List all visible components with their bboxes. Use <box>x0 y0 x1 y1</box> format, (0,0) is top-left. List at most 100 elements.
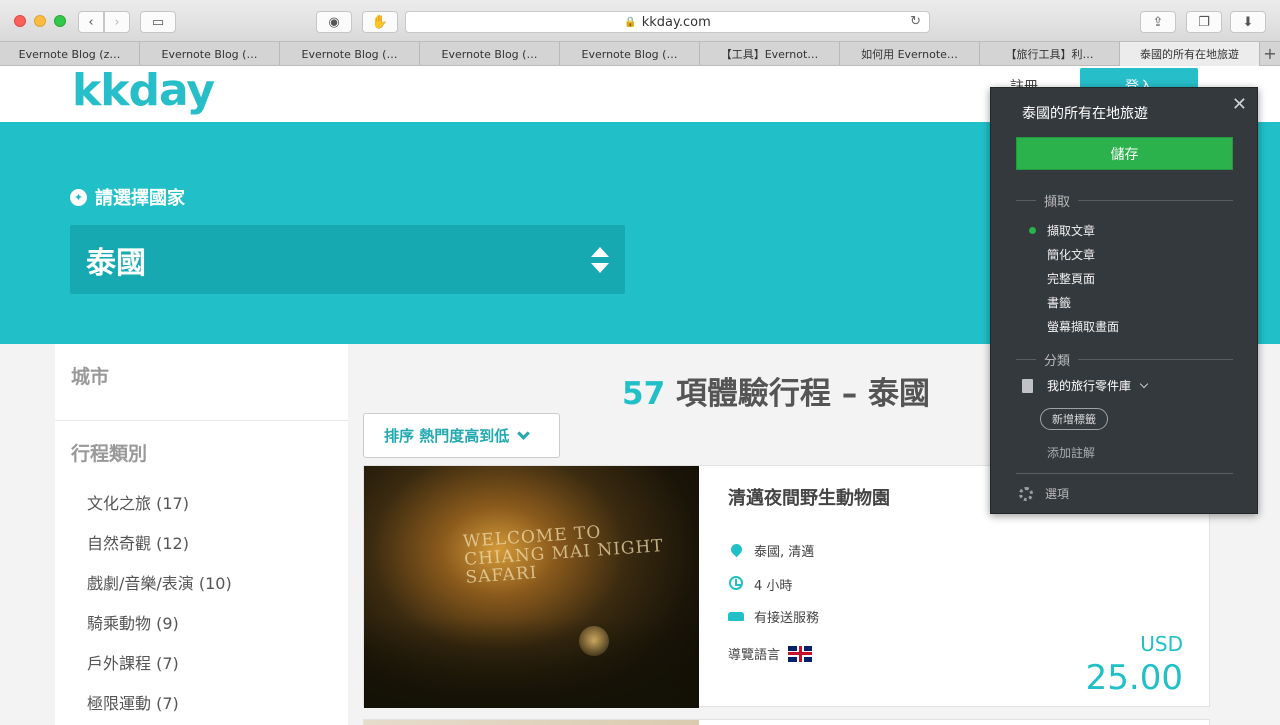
kkday-logo[interactable]: kkday <box>72 66 215 116</box>
category-item[interactable]: 極限運動 (7) <box>87 690 179 714</box>
notebook-name: 我的旅行零件庫 <box>1047 379 1132 393</box>
chevron-left-icon: ‹ <box>88 14 94 30</box>
transfer-text: 有接送服務 <box>754 611 820 626</box>
close-window-button[interactable] <box>14 15 26 27</box>
category-item[interactable]: 騎乘動物 (9) <box>87 610 179 634</box>
category-item[interactable]: 文化之旅 (17) <box>87 490 189 514</box>
filter-panel: 城市 行程類別 文化之旅 (17) 自然奇觀 (12) 戲劇/音樂/表演 (10… <box>55 344 348 725</box>
tab-item[interactable]: 如何用 Evernote… <box>840 42 980 66</box>
back-button[interactable]: ‹ <box>78 11 104 33</box>
chevron-down-icon <box>1139 379 1149 388</box>
tab-item[interactable]: Evernote Blog (… <box>140 42 280 66</box>
city-filter-title[interactable]: 城市 <box>71 362 109 389</box>
divider <box>1016 473 1233 474</box>
price-currency: USD <box>1140 632 1183 656</box>
options-label: 選項 <box>1045 487 1070 501</box>
image-sign-text: WELCOME TO CHIANG MAI NIGHT SAFARI <box>462 522 665 588</box>
price-value: 25.00 <box>1085 658 1183 698</box>
address-bar[interactable]: 🔒 kkday.com ↻ <box>405 11 930 33</box>
tab-item[interactable]: Evernote Blog (… <box>560 42 700 66</box>
select-arrows-icon <box>591 243 609 277</box>
capture-option-bookmark[interactable]: 書籤 <box>1047 294 1071 311</box>
tab-item[interactable]: Evernote Blog (z… <box>0 42 140 66</box>
tour-title[interactable]: 清邁夜間野生動物園 <box>728 484 890 510</box>
add-tag-button[interactable]: 新增標籤 <box>1040 408 1108 430</box>
new-tab-button[interactable]: + <box>1260 42 1280 65</box>
minimize-window-button[interactable] <box>34 15 46 27</box>
url-text: kkday.com <box>641 14 711 30</box>
chevron-down-icon <box>517 426 531 440</box>
tab-item[interactable]: 【旅行工具】利… <box>980 42 1120 66</box>
tab-item[interactable]: Evernote Blog (… <box>280 42 420 66</box>
reload-icon[interactable]: ↻ <box>910 14 921 29</box>
category-item[interactable]: 自然奇觀 (12) <box>87 530 189 554</box>
clip-title[interactable]: 泰國的所有在地旅遊 <box>1022 103 1148 123</box>
foliage-shade <box>364 618 699 708</box>
share-icon: ⇪ <box>1152 14 1164 30</box>
tab-item-active[interactable]: 泰國的所有在地旅遊 <box>1120 42 1260 66</box>
location-text: 泰國, 清邁 <box>754 545 815 560</box>
category-filter-title: 行程類別 <box>71 443 148 465</box>
tour-transfer: 有接送服務 <box>728 607 819 626</box>
forward-button[interactable]: › <box>104 11 130 33</box>
notebook-icon <box>1022 378 1033 393</box>
category-item[interactable]: 戲劇/音樂/表演 (10) <box>87 570 232 594</box>
tab-item[interactable]: 【工具】Evernot… <box>700 42 840 66</box>
sidebar-icon: ▭ <box>151 14 165 30</box>
evernote-elephant-icon: ✋ <box>371 14 389 30</box>
category-section-header: 分類 <box>1016 351 1233 369</box>
duration-text: 4 小時 <box>754 579 793 594</box>
selected-country: 泰國 <box>86 245 146 281</box>
show-tabs-button[interactable]: ❐ <box>1186 11 1222 33</box>
browser-toolbar: ‹ › ▭ ◉ ✋ 🔒 kkday.com ↻ ⇪ ❐ ⬇ <box>0 0 1280 42</box>
evernote-extension-button[interactable]: ✋ <box>362 11 398 33</box>
download-icon: ⬇ <box>1242 14 1254 30</box>
evernote-clipper-popup: 泰國的所有在地旅遊 ✕ 儲存 擷取 擷取文章 簡化文章 完整頁面 書籤 螢幕擷取… <box>990 87 1258 514</box>
options-button[interactable]: 選項 <box>1019 485 1069 502</box>
uk-flag-icon <box>788 645 813 662</box>
capture-option-full-page[interactable]: 完整頁面 <box>1047 270 1095 287</box>
share-button[interactable]: ⇪ <box>1140 11 1176 33</box>
results-title-text: 項體驗行程 – 泰國 <box>675 376 931 412</box>
globe-icon: ✦ <box>70 188 87 206</box>
tour-card-partial[interactable] <box>363 719 1210 725</box>
tab-item[interactable]: Evernote Blog (… <box>420 42 560 66</box>
downloads-button[interactable]: ⬇ <box>1230 11 1266 33</box>
results-count: 57 <box>622 376 666 412</box>
add-remark-field[interactable]: 添加註解 <box>1047 444 1095 461</box>
tour-duration: 4 小時 <box>728 575 792 594</box>
category-item[interactable]: 戶外課程 (7) <box>87 650 179 674</box>
country-label-text: 請選擇國家 <box>95 188 185 209</box>
language-label: 導覽語言 <box>728 648 781 663</box>
gear-icon <box>1019 486 1033 501</box>
map-pin-icon <box>728 541 744 559</box>
chevron-right-icon: › <box>114 14 120 30</box>
capture-option-screenshot[interactable]: 螢幕擷取畫面 <box>1047 318 1119 335</box>
clock-icon <box>728 575 744 594</box>
save-button[interactable]: 儲存 <box>1016 137 1233 170</box>
tabs-icon: ❐ <box>1198 14 1210 30</box>
close-icon[interactable]: ✕ <box>1232 94 1247 115</box>
tour-image[interactable]: WELCOME TO CHIANG MAI NIGHT SAFARI <box>364 466 699 708</box>
capture-option-article[interactable]: 擷取文章 <box>1047 222 1095 239</box>
sort-label: 排序 熱門度高到低 <box>384 427 510 445</box>
country-select[interactable]: 泰國 <box>70 225 625 294</box>
results-title: 57 項體驗行程 – 泰國 <box>622 368 930 413</box>
tab-bar: Evernote Blog (z… Evernote Blog (… Evern… <box>0 42 1280 66</box>
zoom-window-button[interactable] <box>54 15 66 27</box>
capture-section-header: 擷取 <box>1016 192 1233 210</box>
country-label: ✦ 請選擇國家 <box>70 184 185 210</box>
car-icon <box>728 609 744 625</box>
circle-icon: ◉ <box>328 14 340 30</box>
lock-icon: 🔒 <box>624 16 637 28</box>
capture-option-simplified[interactable]: 簡化文章 <box>1047 246 1095 263</box>
notebook-selector[interactable]: 我的旅行零件庫 <box>1022 377 1149 394</box>
tour-location: 泰國, 清邁 <box>728 541 814 560</box>
extension-button[interactable]: ◉ <box>316 11 352 33</box>
selected-dot-icon <box>1029 227 1036 234</box>
tour-language: 導覽語言 <box>728 644 813 663</box>
sidebar-toggle-button[interactable]: ▭ <box>140 11 176 33</box>
sort-dropdown[interactable]: 排序 熱門度高到低 <box>363 413 560 458</box>
divider <box>55 420 348 421</box>
tour-image[interactable] <box>364 720 699 725</box>
